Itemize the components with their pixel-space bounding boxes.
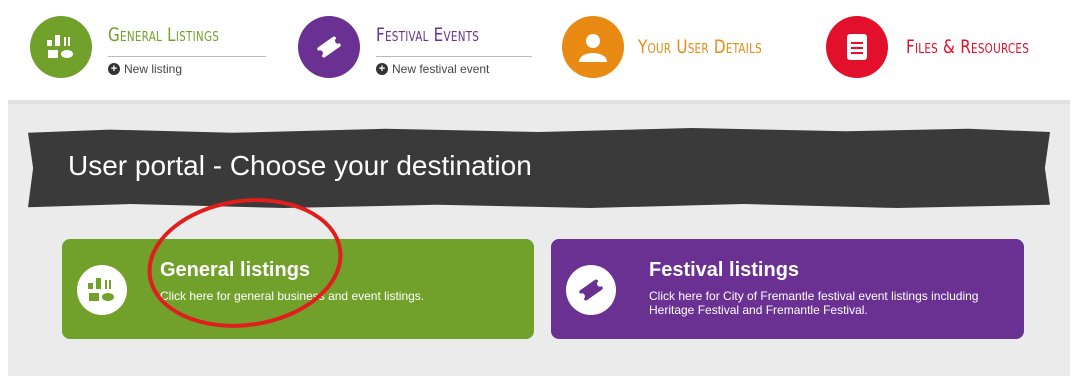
listings-icon — [77, 265, 127, 315]
page-title: User portal - Choose your destination — [68, 150, 532, 181]
nav-festival-events[interactable]: Festival Events + New festival event — [290, 0, 540, 96]
nav-general-listings-title[interactable]: General Listings — [108, 24, 219, 46]
festival-listings-title: Festival listings — [649, 259, 800, 281]
portal-banner: User portal - Choose your destination — [28, 128, 1050, 208]
nav-divider — [376, 56, 532, 57]
top-navigation: General Listings + New listing Festival … — [0, 0, 1078, 96]
nav-festival-events-title[interactable]: Festival Events — [376, 24, 479, 46]
nav-divider — [108, 56, 266, 57]
festival-listings-card[interactable]: Festival listings Click here for City of… — [551, 239, 1024, 339]
general-listings-title: General listings — [160, 259, 311, 281]
plus-circle-icon: + — [108, 63, 120, 75]
user-portal: User portal - Choose your destination Ge… — [8, 100, 1070, 376]
nav-files-resources[interactable]: Files & Resources — [826, 0, 1076, 96]
nav-user-details[interactable]: Your User Details — [560, 0, 810, 96]
general-listings-card[interactable]: General listings Click here for general … — [62, 239, 534, 339]
document-icon — [826, 16, 888, 78]
new-festival-event-link[interactable]: + New festival event — [376, 62, 489, 76]
user-icon — [562, 16, 624, 78]
ticket-icon — [566, 265, 616, 315]
new-listing-link[interactable]: + New listing — [108, 62, 182, 76]
nav-user-details-title[interactable]: Your User Details — [638, 36, 762, 58]
plus-circle-icon: + — [376, 63, 388, 75]
ticket-icon — [298, 16, 360, 78]
listings-icon — [30, 16, 92, 78]
new-listing-label: New listing — [124, 62, 183, 76]
new-festival-event-label: New festival event — [392, 62, 490, 76]
nav-general-listings[interactable]: General Listings + New listing — [0, 0, 280, 96]
nav-files-resources-title[interactable]: Files & Resources — [906, 36, 1029, 58]
general-listings-desc: Click here for general business and even… — [160, 289, 425, 303]
festival-listings-desc: Click here for City of Fremantle festiva… — [649, 289, 979, 317]
